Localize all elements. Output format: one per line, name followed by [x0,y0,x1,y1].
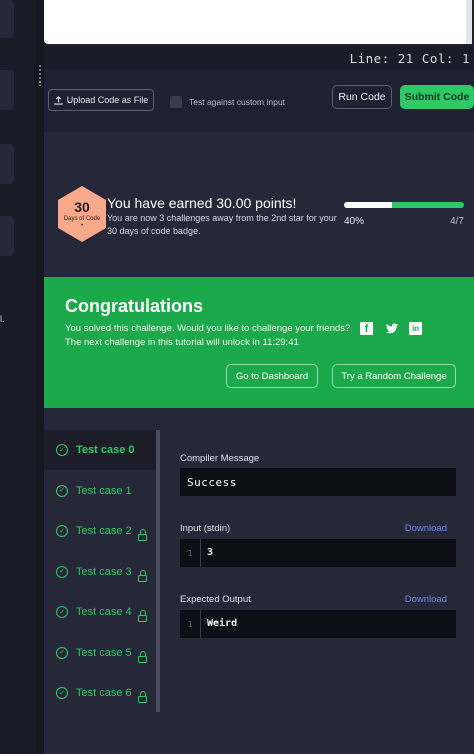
test-case-label: Test case 4 [76,606,132,618]
upload-icon [54,95,63,105]
test-case-label: Test case 3 [76,565,132,578]
progress-count: 4/7 [450,216,464,227]
check-circle-icon: ✓ [56,525,68,537]
test-case-label: Test case 1 [76,484,132,497]
unlock-timer-message: The next challenge in this tutorial will… [65,337,299,348]
test-case-list: ✓ Test case 0 ✓ Test case 1 ✓ Test case 2 ✓ Tes… [44,430,158,713]
expected-output-box: 1 Weird [180,610,456,638]
days-of-code-badge: 30 Days of Code • [58,186,106,242]
rail-block[interactable] [0,144,14,184]
test-case-item[interactable]: ✓ Test case 5 [44,633,156,673]
upload-code-label: Upload Code as File [66,95,149,105]
editor-toolbar: Upload Code as File Test against custom … [44,70,474,132]
points-subtitle: You are now 3 challenges away from the 2… [107,213,337,236]
lock-icon [138,650,147,663]
splitter-gutter[interactable] [36,0,44,754]
test-case-item[interactable]: ✓ Test case 6 [44,673,156,713]
custom-input-label[interactable]: Test against custom input [189,97,285,107]
rail-block[interactable] [0,216,14,256]
points-title: You have earned 30.00 points! [107,195,297,211]
check-circle-icon: ✓ [56,646,68,659]
expected-output-label: Expected Output [180,594,251,605]
check-circle-icon: ✓ [56,444,68,456]
run-code-button[interactable]: Run Code [332,85,392,109]
submit-code-button[interactable]: Submit Code [400,85,474,109]
input-value: 3 [207,547,214,558]
badge-progress-fill [344,202,392,208]
input-box: 1 3 [180,539,456,567]
lock-icon [138,569,147,582]
go-to-dashboard-button[interactable]: Go to Dashboard [226,364,318,388]
custom-input-checkbox[interactable] [170,96,182,108]
badge-label: Days of Code [63,215,101,222]
test-case-label: Test case 5 [76,646,132,659]
line-number: 1 [180,539,201,567]
test-case-item[interactable]: ✓ Test case 0 [44,430,156,470]
test-case-scrollbar[interactable] [156,430,160,712]
test-case-item[interactable]: ✓ Test case 3 [44,552,156,592]
compiler-message-box: Success [180,468,456,496]
congrats-message: You solved this challenge. Would you lik… [65,323,351,334]
rail-block[interactable] [0,70,14,110]
expected-output-download-link[interactable]: Download [405,594,447,605]
check-circle-icon: ✓ [56,484,68,497]
linkedin-icon[interactable]: in [409,322,422,335]
rail-block[interactable] [0,0,14,38]
test-case-item[interactable]: ✓ Test case 1 [44,471,156,511]
editor-scrollbar[interactable] [466,0,472,44]
test-case-label: Test case 0 [76,444,135,456]
badge-progress-bar [344,202,464,208]
results-panel: 30 Days of Code • You have earned 30.00 … [44,132,474,754]
lock-icon [138,691,147,703]
input-label: Input (stdin) [180,523,231,534]
badge-dot: • [80,222,84,229]
editor-status-bar: Line: 21 Col: 1 [44,46,474,70]
progress-percent: 40% [344,216,365,227]
twitter-icon[interactable] [385,322,398,335]
left-rail: l. [0,0,36,754]
upload-code-button[interactable]: Upload Code as File [48,89,154,111]
congrats-title: Congratulations [65,296,203,316]
drag-handle-icon[interactable] [38,64,42,86]
test-case-item[interactable]: ✓ Test case 4 [44,592,156,632]
rail-mark: l. [0,314,5,324]
lock-icon [138,610,147,622]
test-case-item[interactable]: ✓ Test case 2 [44,511,156,551]
facebook-icon[interactable]: f [360,322,373,335]
check-circle-icon: ✓ [56,565,68,578]
compiler-message-label: Compiler Message [180,453,260,464]
lock-icon [138,529,147,541]
expected-output-value: Weird [207,618,238,629]
random-challenge-button[interactable]: Try a Random Challenge [332,364,456,388]
test-case-label: Test case 6 [76,687,132,699]
line-col-indicator: Line: 21 Col: 1 [349,51,470,66]
check-circle-icon: ✓ [56,687,68,699]
check-circle-icon: ✓ [56,606,68,618]
line-number: 1 [180,610,201,638]
congratulations-banner: Congratulations You solved this challeng… [44,277,474,408]
test-case-label: Test case 2 [76,525,132,537]
code-editor[interactable] [44,0,472,44]
input-download-link[interactable]: Download [405,523,447,534]
badge-number: 30 [74,198,90,215]
